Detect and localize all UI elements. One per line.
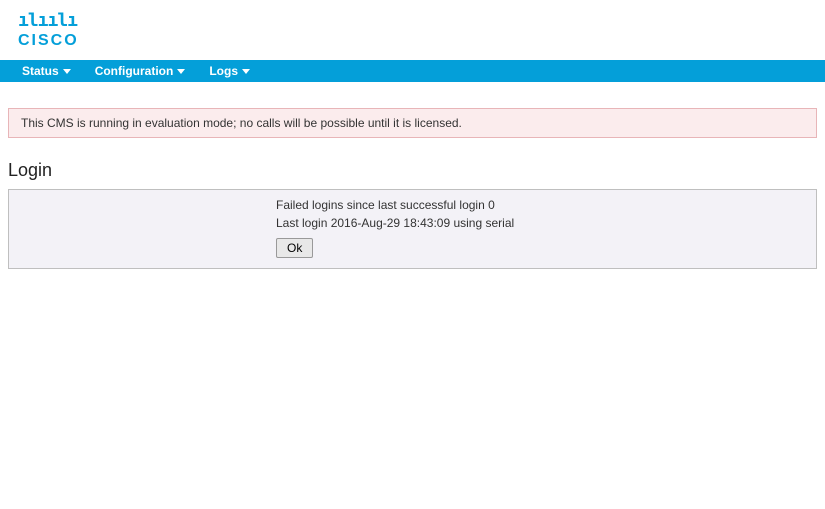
- chevron-down-icon: [63, 69, 71, 74]
- page-title: Login: [8, 160, 825, 181]
- login-content: Failed logins since last successful logi…: [276, 198, 816, 258]
- failed-logins-text: Failed logins since last successful logi…: [276, 198, 816, 212]
- nav-item-label: Status: [22, 64, 59, 78]
- login-panel: Failed logins since last successful logi…: [8, 189, 817, 269]
- last-login-text: Last login 2016-Aug-29 18:43:09 using se…: [276, 216, 816, 230]
- cisco-logo-text: CISCO: [18, 32, 79, 50]
- cisco-logo: ılıılı CISCO: [18, 12, 79, 50]
- nav-item-label: Configuration: [95, 64, 174, 78]
- chevron-down-icon: [242, 69, 250, 74]
- chevron-down-icon: [177, 69, 185, 74]
- evaluation-notice-text: This CMS is running in evaluation mode; …: [21, 116, 462, 130]
- header: ılıılı CISCO: [0, 0, 825, 60]
- ok-button[interactable]: Ok: [276, 238, 313, 258]
- nav-item-label: Logs: [209, 64, 238, 78]
- nav-item-status[interactable]: Status: [10, 64, 83, 78]
- navbar: Status Configuration Logs: [0, 60, 825, 82]
- nav-item-configuration[interactable]: Configuration: [83, 64, 198, 78]
- cisco-logo-bars: ılıılı: [18, 12, 79, 30]
- nav-item-logs[interactable]: Logs: [197, 64, 262, 78]
- evaluation-notice: This CMS is running in evaluation mode; …: [8, 108, 817, 138]
